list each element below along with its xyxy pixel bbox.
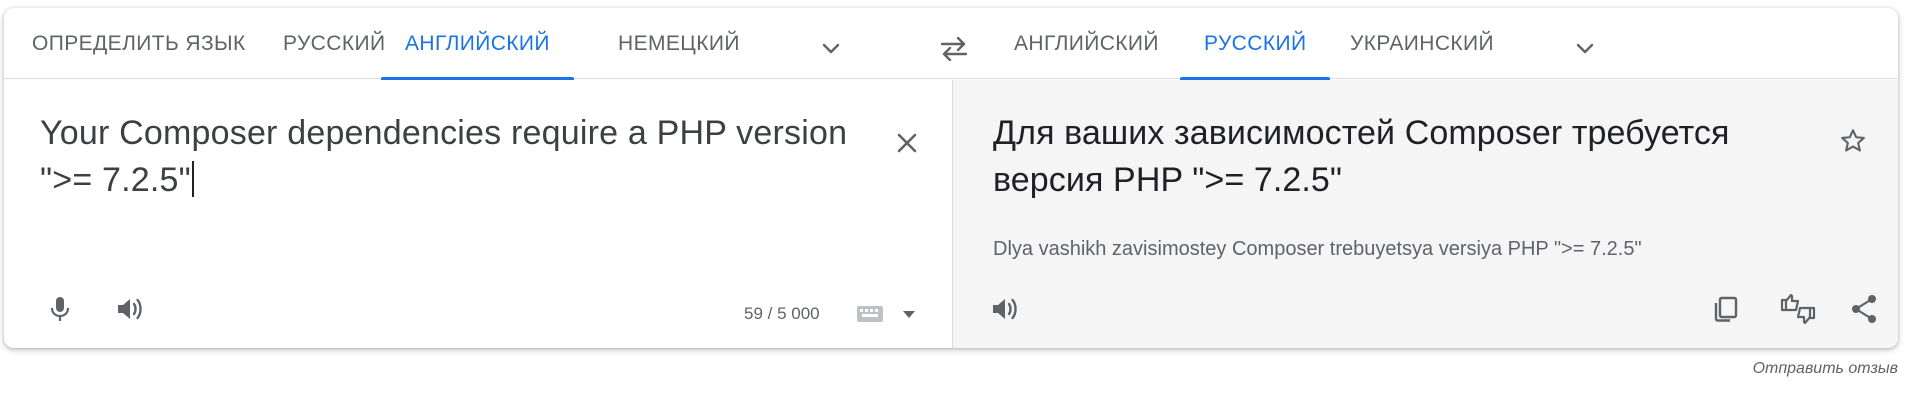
speaker-icon <box>993 298 1017 320</box>
language-bar: ОПРЕДЕЛИТЬ ЯЗЫК РУССКИЙ АНГЛИЙСКИЙ НЕМЕЦ… <box>4 8 1898 80</box>
target-language-dropdown[interactable] <box>1565 28 1605 68</box>
keyboard-icon <box>857 306 883 322</box>
transliteration-text: Dlya vashikh zavisimostey Composer trebu… <box>993 238 1642 260</box>
share-icon <box>1852 295 1876 323</box>
chevron-down-icon <box>822 43 840 54</box>
voice-input-button[interactable] <box>38 287 82 331</box>
copy-icon <box>1714 296 1738 322</box>
tab-target-russian[interactable]: РУССКИЙ <box>1180 8 1331 80</box>
rate-translation-button[interactable] <box>1776 287 1820 331</box>
save-translation-button[interactable] <box>1830 118 1876 164</box>
listen-translation-button[interactable] <box>983 287 1027 331</box>
tab-source-german[interactable]: НЕМЕЦКИЙ <box>618 8 740 79</box>
listen-source-button[interactable] <box>108 287 152 331</box>
translator-card: ОПРЕДЕЛИТЬ ЯЗЫК РУССКИЙ АНГЛИЙСКИЙ НЕМЕЦ… <box>4 8 1898 348</box>
speaker-icon <box>118 298 142 320</box>
tab-source-english[interactable]: АНГЛИЙСКИЙ <box>381 8 574 80</box>
microphone-icon <box>50 297 70 321</box>
source-text-input[interactable]: Your Composer dependencies require a PHP… <box>40 110 880 204</box>
source-language-dropdown[interactable] <box>811 28 851 68</box>
input-tools-button[interactable] <box>856 298 916 330</box>
clear-source-button[interactable] <box>884 120 930 166</box>
star-icon <box>1841 129 1865 152</box>
translation-pane: Для ваших зависимостей Composer требуетс… <box>952 80 1898 348</box>
chevron-down-icon <box>1576 43 1594 54</box>
tab-target-english[interactable]: АНГЛИЙСКИЙ <box>1014 8 1159 79</box>
close-icon <box>897 133 917 153</box>
swap-arrows-icon <box>940 36 968 61</box>
text-caret <box>191 161 194 197</box>
thumbs-rate-icon <box>1780 294 1816 324</box>
swap-languages-button[interactable] <box>933 28 975 68</box>
tab-source-russian[interactable]: РУССКИЙ <box>283 8 385 79</box>
tab-detect-language[interactable]: ОПРЕДЕЛИТЬ ЯЗЫК <box>32 8 246 79</box>
share-translation-button[interactable] <box>1842 287 1886 331</box>
copy-translation-button[interactable] <box>1704 287 1748 331</box>
caret-down-icon <box>903 311 915 318</box>
source-text: Your Composer dependencies require a PHP… <box>40 114 848 199</box>
send-feedback-link[interactable]: Отправить отзыв <box>1753 360 1898 378</box>
tab-target-ukrainian[interactable]: УКРАИНСКИЙ <box>1350 8 1494 79</box>
source-pane: Your Composer dependencies require a PHP… <box>4 80 952 348</box>
translation-text: Для ваших зависимостей Composer требуетс… <box>993 114 1730 199</box>
character-counter: 59 / 5 000 <box>744 304 820 323</box>
